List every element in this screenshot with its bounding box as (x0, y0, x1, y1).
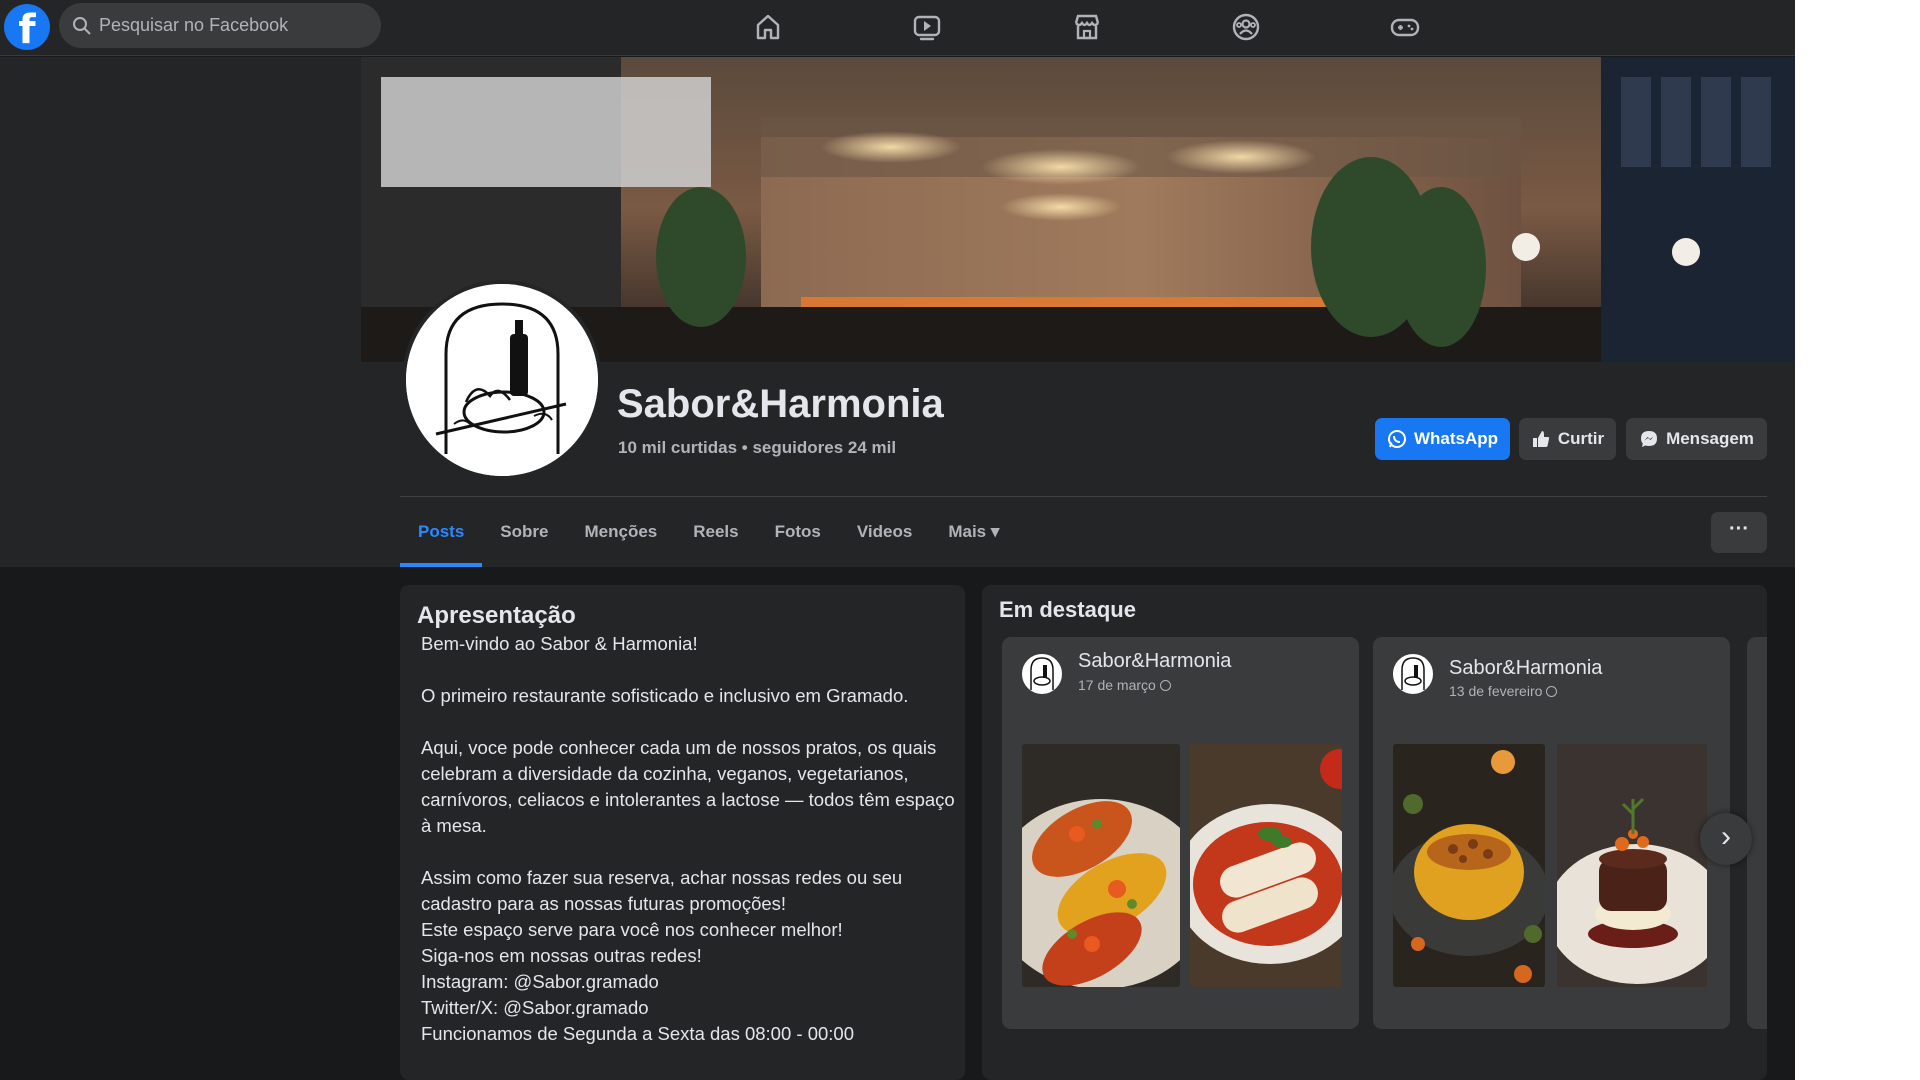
post-author-name[interactable]: Sabor&Harmonia (1078, 650, 1231, 673)
like-button-label: Curtir (1557, 429, 1605, 448)
featured-post-card[interactable]: Sabor&Harmonia 17 de março (1002, 637, 1359, 1029)
post-author-avatar[interactable] (1020, 652, 1064, 696)
logo-illustration-image (1030, 657, 1054, 690)
post-date-text: 13 de fevereiro (1449, 683, 1543, 699)
stuffed-pumpkin-photo[interactable] (1393, 744, 1545, 987)
top-navigation-bar: f (0, 0, 1795, 56)
public-globe-icon (1159, 680, 1171, 691)
facebook-logo-icon[interactable]: f (4, 4, 50, 50)
tab-reels[interactable]: Reels (675, 505, 756, 567)
message-button[interactable]: Mensagem (1626, 418, 1767, 460)
post-date[interactable]: 17 de março (1078, 677, 1171, 693)
marketplace-icon[interactable] (1070, 10, 1104, 44)
logo-illustration-image (1401, 657, 1425, 690)
page-profile-picture[interactable] (402, 280, 602, 480)
tab-mentions[interactable]: Menções (566, 505, 675, 567)
stuffed-peppers-photo[interactable] (1022, 744, 1180, 987)
cannelloni-photo[interactable] (1190, 744, 1342, 987)
next-arrow-button[interactable]: › (1700, 813, 1752, 865)
search-icon (73, 17, 91, 35)
featured-section: Em destaque Sabor&Harmonia 17 de março S… (982, 585, 1767, 1080)
intro-bio: Bem-vindo ao Sabor & Harmonia! O primeir… (421, 633, 955, 1044)
page-tabs: Posts Sobre Menções Reels Fotos Videos M… (400, 505, 1017, 567)
watch-icon[interactable] (910, 10, 944, 44)
post-date[interactable]: 13 de fevereiro (1449, 683, 1558, 699)
like-button[interactable]: Curtir (1519, 418, 1616, 460)
whatsapp-icon (1387, 430, 1406, 448)
post-date-text: 17 de março (1078, 677, 1156, 693)
whatsapp-button-label: WhatsApp (1413, 429, 1499, 448)
gaming-icon[interactable] (1388, 10, 1422, 44)
messenger-icon (1641, 431, 1658, 447)
public-globe-icon (1546, 686, 1558, 697)
tab-posts[interactable]: Posts (400, 505, 483, 567)
post-author-name[interactable]: Sabor&Harmonia (1449, 657, 1602, 680)
post-author-avatar[interactable] (1391, 652, 1435, 696)
search-input[interactable] (99, 3, 369, 48)
tab-photos[interactable]: Fotos (757, 505, 839, 567)
tab-videos[interactable]: Videos (839, 505, 930, 567)
groups-icon[interactable] (1229, 10, 1263, 44)
search-box[interactable] (59, 3, 381, 48)
featured-post-card[interactable]: Sabor&Harmonia 13 de fevereiro (1373, 637, 1730, 1029)
featured-title: Em destaque (999, 597, 1136, 622)
header-divider (400, 496, 1767, 497)
logo-illustration-image (406, 284, 598, 476)
tab-about[interactable]: Sobre (482, 505, 566, 567)
filet-mignon-photo[interactable] (1557, 744, 1707, 987)
whatsapp-button[interactable]: WhatsApp (1375, 418, 1510, 460)
page-title: Sabor&Harmonia (617, 382, 944, 426)
tab-more[interactable]: Mais ▾ (930, 505, 1017, 567)
page-stats: 10 mil curtidas • seguidores 24 mil (618, 438, 897, 457)
home-icon[interactable] (751, 10, 785, 44)
facebook-page: f Pesquisar no Facebook Sabor&Harmonia 1… (0, 0, 1795, 1080)
intro-title: Apresentação (417, 602, 576, 629)
thumbs-up-icon (1532, 431, 1549, 447)
more-options-button[interactable]: ··· (1711, 512, 1767, 553)
message-button-label: Mensagem (1666, 429, 1754, 448)
intro-card: Apresentação Bem-vindo ao Sabor & Harmon… (400, 585, 965, 1080)
